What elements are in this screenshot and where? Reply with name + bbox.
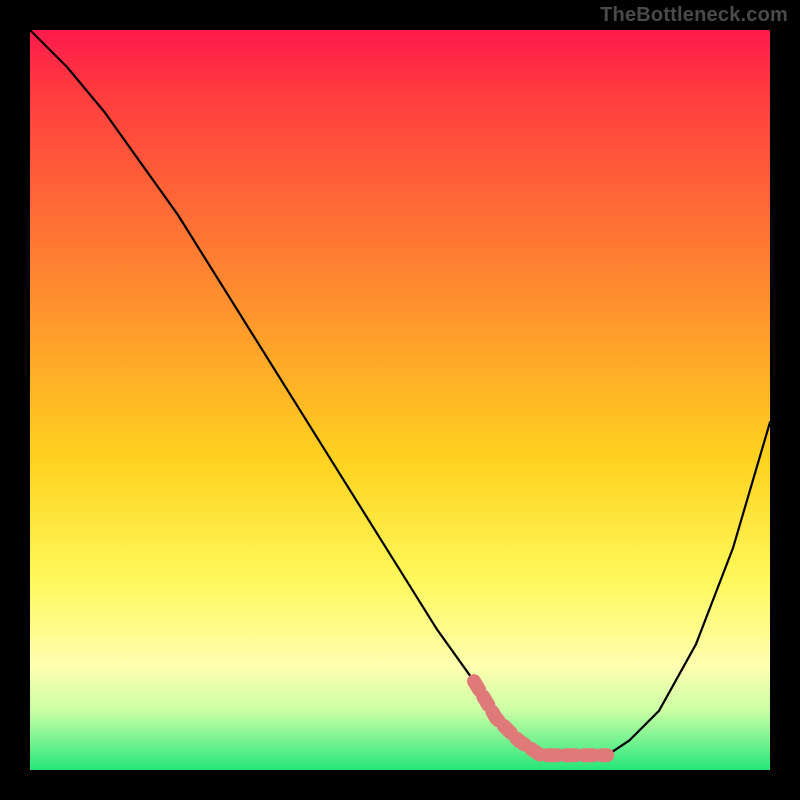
chart-overlay	[30, 30, 770, 770]
watermark-text: TheBottleneck.com	[600, 4, 788, 27]
plot-area	[30, 30, 770, 770]
bottleneck-curve	[30, 30, 770, 755]
chart-frame: TheBottleneck.com	[0, 0, 800, 800]
highlight-segment	[474, 681, 607, 755]
